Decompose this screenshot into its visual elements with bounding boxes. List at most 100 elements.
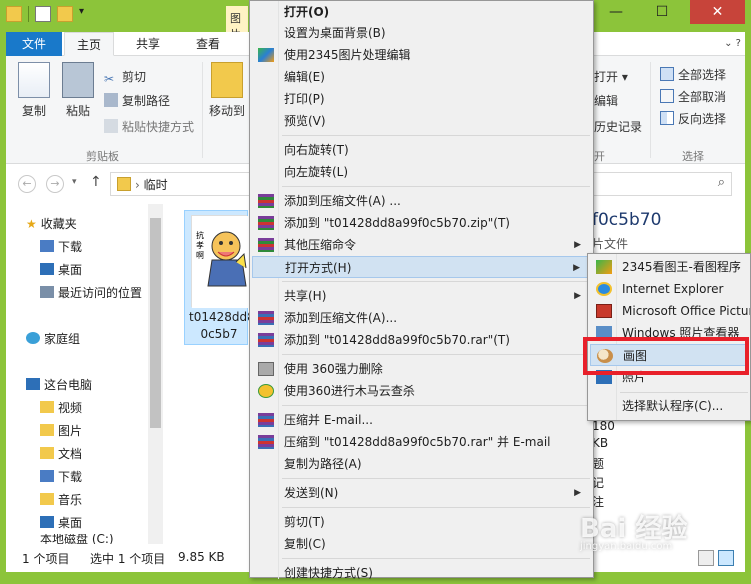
nav-homegroup-label: 家庭组 [44,332,81,346]
details-view-icon[interactable] [698,550,714,566]
move-to-button[interactable]: 移动到 [206,62,248,119]
menu-preview[interactable]: 预览(V) [252,110,591,132]
nav-favorites[interactable]: ★ 收藏夹 [26,213,77,235]
menu-add-zip[interactable]: 添加到 "t01428dd8a99f0c5b70.zip"(T) [252,212,591,234]
submenu-arrow-icon: ▶ [574,240,581,250]
nav-downloads[interactable]: 下载 [40,236,82,258]
nav-music[interactable]: 音乐 [40,489,82,511]
menu-other-compress[interactable]: 其他压缩命令 ▶ [252,234,591,256]
ribbon-help-icons[interactable]: ⌄ ? [724,38,741,49]
menu-print-label: 打印(P) [284,92,325,106]
context-menu: 打开(O) 设置为桌面背景(B) 使用2345图片处理编辑 编辑(E) 打印(P… [249,0,594,580]
edit-button[interactable]: 编辑 [594,92,618,109]
address-field[interactable]: › 临时 [110,172,250,196]
menu-print[interactable]: 打印(P) [252,88,591,110]
close-button[interactable]: ✕ [690,0,745,24]
menu-compress-email[interactable]: 压缩并 E-mail... [252,409,591,431]
file-item[interactable]: 抗 孝 啊 t01428dd8 0c5b7 [184,210,249,345]
menu-separator [282,507,590,508]
nav-desktop[interactable]: 桌面 [40,259,82,281]
submenu-2345-viewer[interactable]: 2345看图王-看图程序 [590,256,750,278]
details-type: 片文件 [592,237,629,251]
menu-set-background[interactable]: 设置为桌面背景(B) [252,22,591,44]
nav-local-disk[interactable]: 本地磁盘 (C:) [40,534,114,544]
winrar-books-icon [258,333,274,347]
menu-open[interactable]: 打开(O) [252,1,591,23]
maximize-button[interactable]: ☐ [642,0,682,24]
menu-rotate-left-label: 向左旋转(L) [284,165,349,179]
nav-scrollbar-thumb[interactable] [150,218,161,428]
menu-send-to[interactable]: 发送到(N) ▶ [252,482,591,504]
nav-recent[interactable]: 最近访问的位置 [40,282,142,304]
menu-cut[interactable]: 剪切(T) [252,511,591,533]
group-separator [650,62,651,158]
nav-downloads2[interactable]: 下载 [40,466,82,488]
folder-icon [117,177,131,191]
menu-rotate-left[interactable]: 向左旋转(L) [252,161,591,183]
properties-icon[interactable] [35,6,51,22]
select-none-button[interactable]: 全部取消 [660,88,726,105]
open-dropdown-button[interactable]: 打开 ▾ [594,68,628,85]
submenu-ms-office-label: Microsoft Office Picture Manager [622,304,750,318]
cut-button[interactable]: ✂ 剪切 [104,68,146,86]
tab-home[interactable]: 主页 [64,32,114,56]
recent-places-icon [40,286,54,298]
nav-desktop2[interactable]: 桌面 [40,512,82,534]
new-folder-icon[interactable] [57,6,73,22]
paste-shortcut-button[interactable]: 粘贴快捷方式 [104,118,194,135]
nav-pictures[interactable]: 图片 [40,420,82,442]
quick-access-toolbar: ▾ [6,6,89,22]
menu-copy[interactable]: 复制(C) [252,533,591,555]
invert-selection-label: 反向选择 [678,112,727,126]
shredder-icon [258,362,274,376]
copy-button[interactable]: 复制 [14,62,54,119]
menu-edit-2345[interactable]: 使用2345图片处理编辑 [252,44,591,66]
menu-360-scan[interactable]: 使用360进行木马云查杀 [252,380,591,402]
submenu-choose-default[interactable]: 选择默认程序(C)... [590,395,750,417]
select-none-label: 全部取消 [678,90,727,104]
search-input[interactable]: ⌕ [592,172,732,196]
nav-homegroup[interactable]: 家庭组 [26,328,80,350]
paste-button[interactable]: 粘贴 [58,62,98,119]
app-2345-icon [258,48,274,62]
submenu-ms-office-picture[interactable]: Microsoft Office Picture Manager [590,300,750,322]
qat-dropdown-icon[interactable]: ▾ [79,6,89,22]
large-icons-view-icon[interactable] [718,550,734,566]
menu-rotate-right[interactable]: 向右旋转(T) [252,139,591,161]
tab-share[interactable]: 共享 [122,32,174,56]
nav-videos-label: 视频 [58,401,83,415]
tab-file[interactable]: 文件 [6,32,62,56]
menu-edit[interactable]: 编辑(E) [252,66,591,88]
menu-create-shortcut[interactable]: 创建快捷方式(S) [252,562,591,584]
invert-selection-button[interactable]: 反向选择 [660,110,726,127]
context-tab-picture-tools[interactable]: 图片 [226,6,248,32]
up-button[interactable]: ↑ [90,174,102,190]
forward-button[interactable]: → [46,175,64,193]
clipboard-group-label: 剪贴板 [86,150,119,163]
menu-add-archive[interactable]: 添加到压缩文件(A) ... [252,190,591,212]
menu-360-delete[interactable]: 使用 360强力删除 [252,358,591,380]
nav-downloads-label: 下载 [58,240,83,254]
menu-open-with[interactable]: 打开方式(H) ▶ [252,256,591,278]
menu-share[interactable]: 共享(H) ▶ [252,285,591,307]
cartoon-thumbnail-icon: 抗 孝 啊 [192,216,248,308]
back-button[interactable]: ← [18,175,36,193]
copy-path-button[interactable]: 复制路径 [104,92,170,109]
winrar-icon [258,216,274,230]
tab-view[interactable]: 查看 [182,32,234,56]
menu-copy-as-path[interactable]: 复制为路径(A) [252,453,591,475]
recent-locations-icon[interactable]: ▾ [72,177,77,187]
file-name-line2: 0c5b7 [200,327,238,341]
nav-videos[interactable]: 视频 [40,397,82,419]
copy-path-label: 复制路径 [122,94,171,108]
nav-documents[interactable]: 文档 [40,443,82,465]
history-button[interactable]: 历史记录 [594,118,642,135]
menu-add-archive-2[interactable]: 添加到压缩文件(A)... [252,307,591,329]
nav-desktop2-label: 桌面 [58,516,83,530]
menu-compress-rar-email[interactable]: 压缩到 "t01428dd8a99f0c5b70.rar" 并 E-mail [252,431,591,453]
menu-add-rar[interactable]: 添加到 "t01428dd8a99f0c5b70.rar"(T) [252,329,591,351]
nav-this-pc[interactable]: 这台电脑 [26,374,92,396]
select-all-button[interactable]: 全部选择 [660,66,726,83]
minimize-button[interactable]: — [596,0,636,24]
submenu-internet-explorer[interactable]: Internet Explorer [590,278,750,300]
